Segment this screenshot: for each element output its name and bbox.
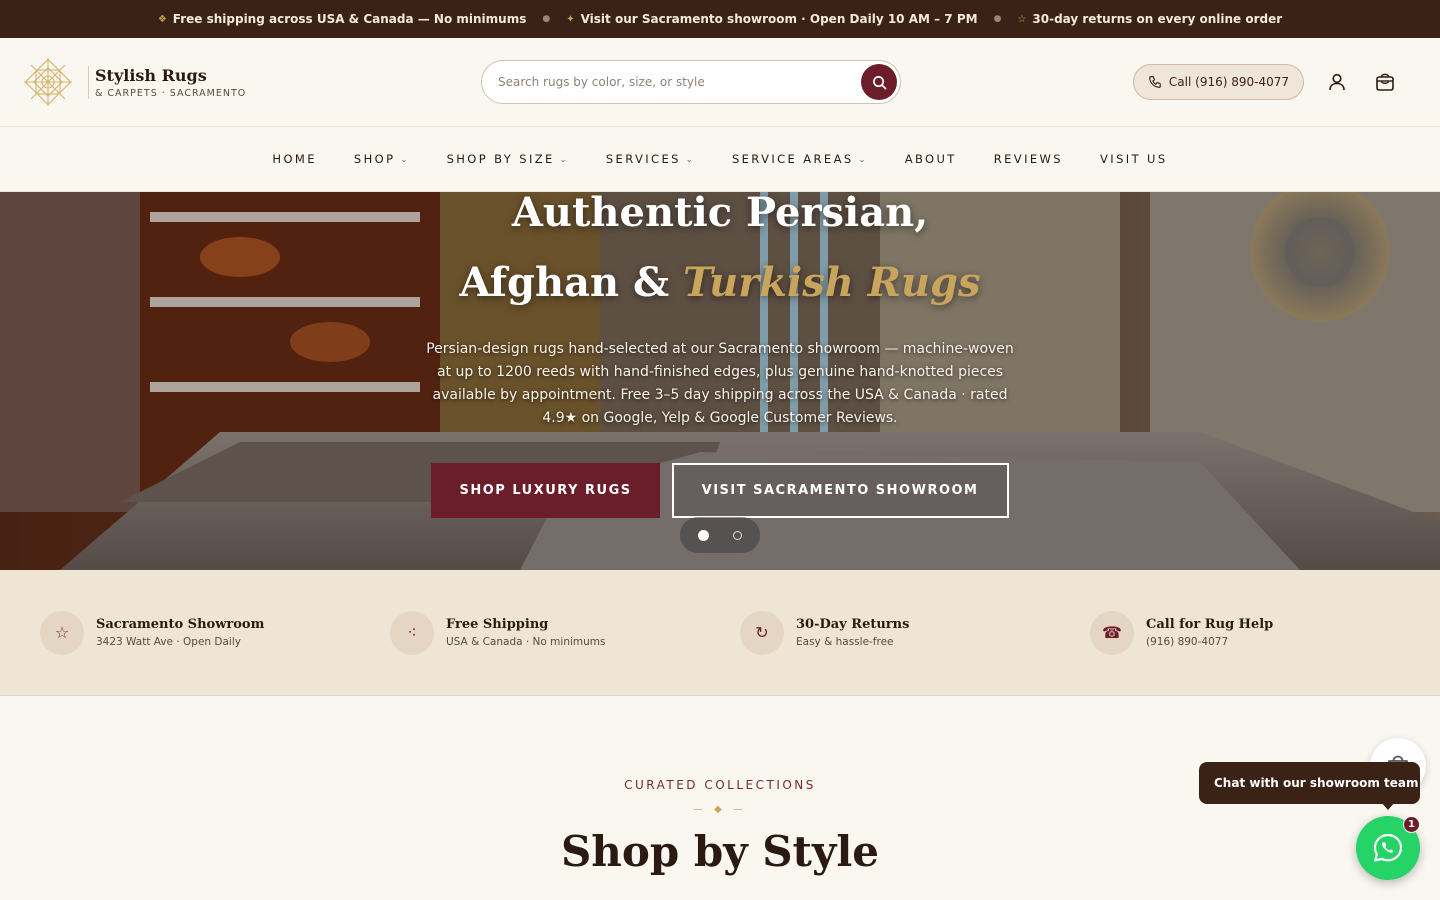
feature-item[interactable]: ☎ Call for Rug Help (916) 890-4077: [1090, 610, 1440, 655]
logo-link[interactable]: Stylish Rugs & CARPETS · SACRAMENTO: [20, 54, 280, 110]
nav-label: ABOUT: [904, 152, 957, 166]
feature-item: ↻ 30-Day Returns Easy & hassle-free: [740, 610, 1090, 655]
hero-title-accent: Turkish Rugs: [683, 259, 981, 306]
search-bar: [481, 60, 901, 104]
hero-title: Authentic Persian, Afghan & Turkish Rugs: [0, 192, 1440, 318]
hero-content: Authentic Persian, Afghan & Turkish Rugs…: [0, 192, 1440, 430]
star-icon: ☆: [1017, 13, 1027, 25]
cart-button[interactable]: [1370, 67, 1400, 97]
chat-prompt-bubble[interactable]: Chat with our showroom team: [1199, 762, 1420, 804]
feature-title: Sacramento Showroom: [96, 617, 265, 632]
nav-item-home[interactable]: HOME: [272, 152, 317, 166]
site-header: Stylish Rugs & CARPETS · SACRAMENTO Call…: [0, 38, 1440, 127]
nav-label: SHOP: [353, 152, 396, 166]
feature-title: 30-Day Returns: [796, 617, 910, 632]
brand-name: Stylish Rugs: [95, 65, 207, 85]
feature-item: ⁖ Free Shipping USA & Canada · No minimu…: [390, 610, 740, 655]
announcement-item: ☆ 30-day returns on every online order: [1017, 12, 1282, 26]
account-button[interactable]: [1322, 67, 1352, 97]
feature-subtitle: 3423 Watt Ave · Open Daily: [96, 636, 241, 648]
slide-dot-active[interactable]: [698, 529, 709, 541]
announcement-item: ✦ Visit our Sacramento showroom · Open D…: [566, 12, 977, 26]
nav-label: SHOP BY SIZE: [446, 152, 555, 166]
nav-item-shop-by-size[interactable]: SHOP BY SIZE ⌄: [447, 152, 569, 166]
separator-dot: ●: [542, 14, 551, 24]
section-title: Shop by Style: [560, 827, 880, 876]
features-strip: ☆ Sacramento Showroom 3423 Watt Ave · Op…: [0, 570, 1440, 696]
nav-label: SERVICES: [605, 152, 681, 166]
header-actions: Call (916) 890-4077: [1132, 64, 1400, 100]
feature-subtitle: (916) 890-4077: [1146, 636, 1229, 648]
nav-item-services[interactable]: SERVICES ⌄: [606, 152, 695, 166]
hero-title-part: Afghan &: [459, 259, 684, 306]
chat-bubble-tail: [1381, 802, 1395, 810]
announcement-text: Free shipping across USA & Canada — No m…: [172, 12, 527, 26]
hero-slider: Authentic Persian, Afghan & Turkish Rugs…: [0, 192, 1440, 570]
feature-title: Free Shipping: [446, 617, 549, 632]
search-input[interactable]: [498, 75, 848, 89]
sparkle-icon: ✦: [566, 13, 575, 25]
shop-luxury-rugs-button[interactable]: SHOP LUXURY RUGS: [431, 463, 660, 518]
announcement-text: 30-day returns on every online order: [1032, 12, 1283, 26]
nav-item-visit-us[interactable]: VISIT US: [1100, 152, 1168, 166]
whatsapp-icon: [1373, 833, 1403, 862]
phone-icon: [1149, 76, 1161, 88]
ornament-divider-icon: — ◆ —: [692, 804, 748, 815]
brand-subtitle: & CARPETS · SACRAMENTO: [95, 87, 247, 99]
call-label: Call (916) 890-4077: [1168, 75, 1289, 89]
logo-text: Stylish Rugs & CARPETS · SACRAMENTO: [88, 65, 247, 99]
phone-icon: ☎: [1090, 610, 1134, 655]
user-icon: [1329, 73, 1345, 91]
nav-item-reviews[interactable]: REVIEWS: [994, 152, 1063, 166]
nav-item-shop[interactable]: SHOP ⌄: [354, 152, 410, 166]
shopping-bag-icon: [1376, 73, 1394, 91]
slider-pagination: [680, 517, 760, 553]
feature-subtitle: USA & Canada · No minimums: [446, 636, 606, 648]
nav-label: HOME: [272, 152, 317, 166]
logo-emblem-icon: [20, 54, 76, 110]
hero-title-line2: Afghan & Turkish Rugs: [459, 259, 980, 306]
feature-subtitle: Easy & hassle-free: [796, 636, 894, 648]
hero-actions: SHOP LUXURY RUGS VISIT SACRAMENTO SHOWRO…: [0, 463, 1440, 518]
visit-showroom-button[interactable]: VISIT SACRAMENTO SHOWROOM: [671, 463, 1009, 518]
nav-label: SERVICE AREAS: [731, 152, 854, 166]
nav-label: VISIT US: [1100, 152, 1168, 166]
nav-item-about[interactable]: ABOUT: [905, 152, 957, 166]
chevron-down-icon: ⌄: [559, 154, 569, 164]
chevron-down-icon: ⌄: [400, 154, 410, 164]
star-icon: ☆: [40, 610, 84, 655]
announcement-item: ❖ Free shipping across USA & Canada — No…: [158, 12, 527, 26]
slide-dot[interactable]: [733, 530, 742, 540]
announcement-text: Visit our Sacramento showroom · Open Dai…: [580, 12, 978, 26]
separator-dot: ●: [993, 14, 1002, 24]
main-nav: HOME SHOP ⌄ SHOP BY SIZE ⌄ SERVICES ⌄ SERVI…: [0, 127, 1440, 192]
diamond-icon: ❖: [157, 13, 167, 25]
return-icon: ↻: [740, 610, 784, 655]
feature-title: Call for Rug Help: [1146, 617, 1274, 632]
search-icon: [872, 75, 886, 89]
hero-title-line1: Authentic Persian,: [511, 192, 929, 236]
call-button[interactable]: Call (916) 890-4077: [1132, 64, 1304, 100]
search-button[interactable]: [861, 64, 897, 100]
nav-item-service-areas[interactable]: SERVICE AREAS ⌄: [732, 152, 868, 166]
truck-icon: ⁖: [390, 610, 434, 655]
feature-item: ☆ Sacramento Showroom 3423 Watt Ave · Op…: [40, 610, 390, 655]
chevron-down-icon: ⌄: [685, 154, 695, 164]
hero-description: Persian-design rugs hand-selected at our…: [426, 341, 1014, 426]
notification-badge: 1: [1403, 816, 1420, 833]
chevron-down-icon: ⌄: [858, 154, 868, 164]
nav-label: REVIEWS: [993, 152, 1064, 166]
announcement-bar: ❖ Free shipping across USA & Canada — No…: [0, 0, 1440, 38]
